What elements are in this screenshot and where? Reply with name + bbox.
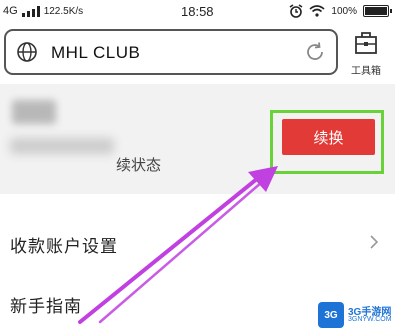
watermark-logo: 3G [318,302,344,328]
menu-item-payment-account-settings[interactable]: 收款账户设置 [0,216,395,268]
toolbox-label: 工具箱 [351,66,381,77]
status-bar-right: 100% [289,4,392,18]
chevron-right-icon [370,235,379,249]
menu-item-label: 收款账户设置 [10,237,118,256]
status-bar-left: 4G 122.5K/s [3,5,83,17]
watermark-subtext: 3GNYW.COM [348,316,392,323]
alarm-icon [289,4,303,18]
blurred-username [12,100,56,124]
url-text[interactable]: MHL CLUB [51,43,140,63]
battery-percent: 100% [331,5,357,17]
clock: 18:58 [181,4,214,19]
reload-icon[interactable] [304,41,326,63]
signal-icon [21,5,40,17]
toolbox-button[interactable]: 工具箱 [344,30,388,77]
toolbox-icon [355,32,377,54]
network-speed: 122.5K/s [43,5,84,17]
globe-icon [17,42,37,62]
account-status-text: 续状态 [116,157,162,174]
menu-item-label: 新手指南 [10,297,82,316]
address-bar[interactable]: MHL CLUB [4,29,338,75]
status-bar: 4G 122.5K/s 18:58 100% [0,0,395,24]
wifi-icon [309,5,325,17]
blurred-account-info [10,138,114,154]
site-watermark: 3G 3G手游网 3GNYW.COM [318,299,392,331]
renew-button[interactable]: 续换 [282,119,375,155]
battery-icon [363,5,392,17]
network-type: 4G [3,5,18,17]
